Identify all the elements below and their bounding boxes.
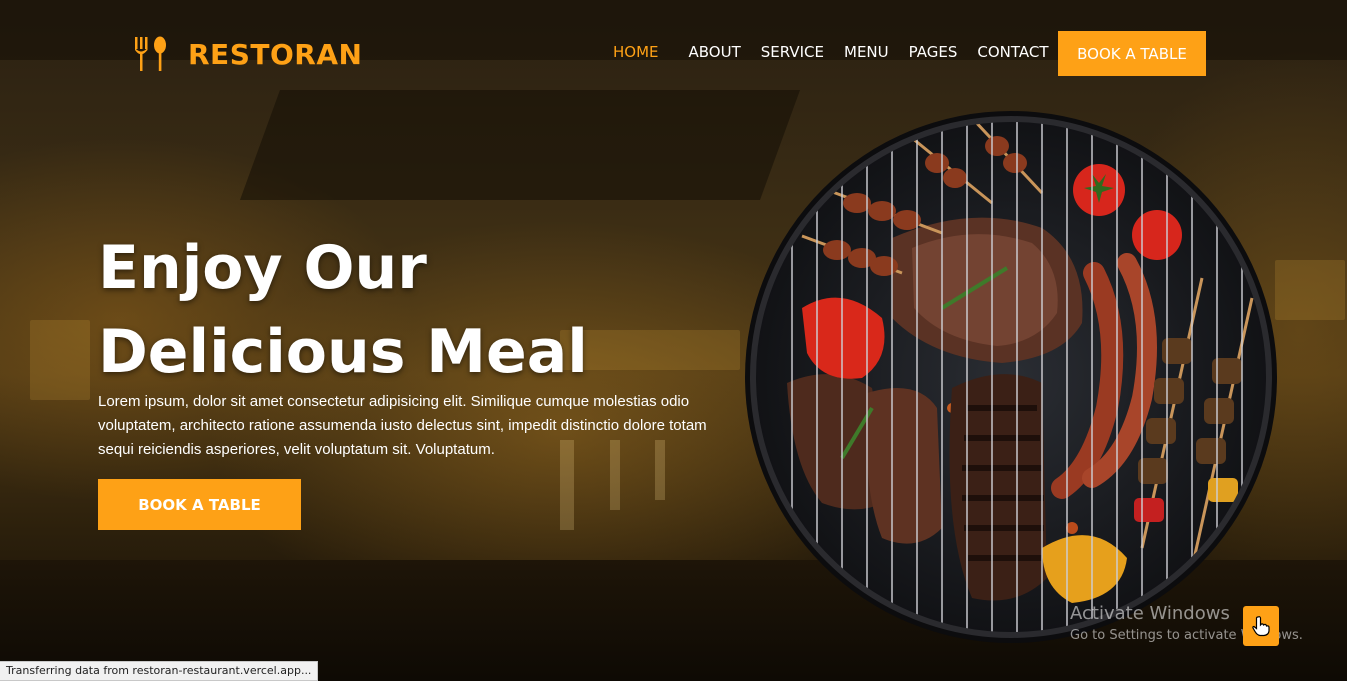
back-to-top-button[interactable] (1243, 606, 1279, 646)
nav-service[interactable]: SERVICE (761, 43, 824, 61)
hero-title-line1: Enjoy Our (98, 233, 427, 303)
nav-pages[interactable]: PAGES (909, 43, 958, 61)
nav-about[interactable]: ABOUT (689, 43, 741, 61)
hero-title-line2: Delicious Meal (98, 317, 588, 387)
book-table-nav-button[interactable]: BOOK A TABLE (1058, 31, 1206, 76)
nav-menu[interactable]: MENU (844, 43, 889, 61)
main-menu: HOME ABOUT SERVICE MENU PAGES CONTACT (613, 43, 1069, 61)
hero-title: Enjoy Our Delicious Meal (98, 226, 618, 394)
hand-pointer-icon (1252, 616, 1270, 637)
navbar: RESTORAN HOME ABOUT SERVICE MENU PAGES C… (0, 0, 1347, 108)
browser-status-bar: Transferring data from restoran-restaura… (0, 661, 319, 681)
brand-name: RESTORAN (188, 37, 363, 71)
brand-logo[interactable]: RESTORAN (132, 34, 362, 74)
fork-spoon-icon (135, 36, 166, 71)
nav-contact[interactable]: CONTACT (977, 43, 1048, 61)
hero-description: Lorem ipsum, dolor sit amet consectetur … (98, 393, 707, 458)
grill-food-icon (745, 111, 1277, 643)
nav-home[interactable]: HOME (613, 43, 659, 61)
book-table-hero-button[interactable]: BOOK A TABLE (98, 479, 301, 530)
